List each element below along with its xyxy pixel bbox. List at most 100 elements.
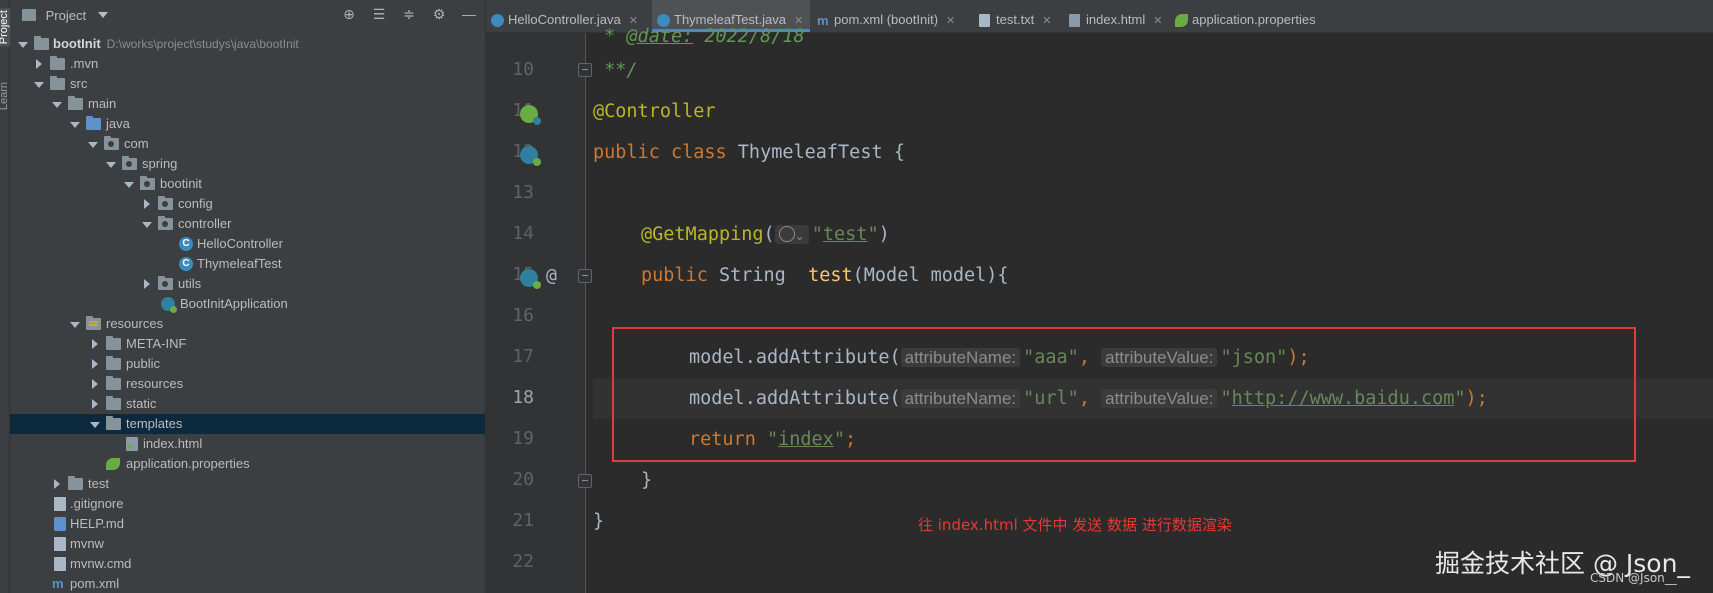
watermark-small: CSDN @Json__ [1590, 571, 1677, 585]
folder-icon [106, 336, 121, 350]
tree-item-application-properties[interactable]: application.properties [10, 454, 485, 474]
package-icon [158, 276, 173, 290]
chevron-down-icon[interactable] [70, 322, 80, 328]
tree-item-controller[interactable]: controller [10, 214, 485, 234]
annotation-text: 往 index.html 文件中 发送 数据 进行数据渲染 [918, 516, 1232, 534]
collapse-all-icon[interactable]: ≑ [401, 6, 417, 22]
tree-item-label: .gitignore [70, 496, 124, 511]
chevron-down-icon[interactable] [18, 42, 28, 48]
tree-item-resources-sub[interactable]: resources [10, 374, 485, 394]
tree-item-mvnw[interactable]: mvnw [10, 534, 485, 554]
tree-item-label: resources [126, 376, 184, 391]
tree-item-label: public [126, 356, 160, 371]
tree-item-thymeleaftest[interactable]: C ThymeleafTest [10, 254, 485, 274]
spring-bean-icon[interactable] [520, 146, 541, 166]
tree-item-mvnw-cmd[interactable]: mvnw.cmd [10, 554, 485, 574]
tree-item-gitignore[interactable]: .gitignore [10, 494, 485, 514]
editor-gutter[interactable]: 10 11 12 13 14 15 16 17 18 19 20 21 22 @ [486, 33, 586, 593]
package-icon [158, 196, 173, 210]
chevron-down-icon[interactable] [90, 422, 100, 428]
fold-icon[interactable] [578, 474, 592, 488]
project-tool-button[interactable]: Project [0, 8, 10, 47]
chevron-down-icon[interactable] [106, 162, 116, 168]
tree-item-pom-xml[interactable]: m pom.xml [10, 574, 485, 593]
tree-item-label: HelloController [197, 236, 283, 251]
tree-item-utils[interactable]: utils [10, 274, 485, 294]
chevron-right-icon[interactable] [92, 379, 98, 389]
code-line-17: model.addAttribute(attributeName: "aaa", … [689, 347, 1310, 368]
hide-panel-icon[interactable]: — [461, 6, 477, 22]
tree-item-java[interactable]: java [10, 114, 485, 134]
package-icon [140, 176, 155, 190]
tree-item-test[interactable]: test [10, 474, 485, 494]
tree-item-bootinit[interactable]: bootInit D:\works\project\studys\java\boo… [10, 34, 485, 54]
chevron-right-icon[interactable] [92, 399, 98, 409]
tree-item-mvn[interactable]: .mvn [10, 54, 485, 74]
folder-icon [68, 96, 83, 110]
fold-icon[interactable] [578, 269, 592, 283]
chevron-right-icon[interactable] [92, 339, 98, 349]
expand-all-icon[interactable]: ☰ [371, 6, 387, 22]
tree-item-label: .mvn [70, 56, 99, 71]
chevron-right-icon[interactable] [36, 59, 42, 69]
tree-item-index-html[interactable]: index.html [10, 434, 485, 458]
spring-bean-icon[interactable] [520, 105, 541, 125]
parameter-hint: attributeName: [900, 348, 1021, 367]
code-line-10: **/ [593, 60, 638, 81]
chevron-right-icon[interactable] [92, 359, 98, 369]
line-number: 17 [512, 346, 534, 367]
learn-tool-button[interactable]: Learn [0, 82, 10, 110]
module-folder-icon [34, 36, 49, 50]
url-inlay-hint[interactable]: ⌄ [774, 225, 809, 244]
tree-item-bootinitapplication[interactable]: BootInitApplication [10, 294, 485, 314]
java-class-icon: C [179, 257, 193, 271]
tree-item-resources[interactable]: resources [10, 314, 485, 334]
tree-item-bootinit-package[interactable]: bootinit [10, 174, 485, 194]
tree-item-com[interactable]: com [10, 134, 485, 154]
request-mapping-icon[interactable] [520, 269, 541, 289]
fold-icon[interactable] [578, 63, 592, 77]
text-file-icon [54, 497, 66, 511]
tree-item-hellocontroller[interactable]: C HelloController [10, 234, 485, 254]
tree-item-label: spring [142, 156, 178, 171]
tree-item-label: META-INF [126, 336, 187, 351]
tree-item-public[interactable]: public [10, 354, 485, 374]
tree-item-meta-inf[interactable]: META-INF [10, 334, 485, 354]
project-view-icon [22, 9, 36, 21]
tree-item-label: config [178, 196, 213, 211]
chevron-down-icon[interactable] [70, 122, 80, 128]
project-view-selector[interactable]: Project [46, 8, 86, 23]
tree-item-label: index.html [143, 436, 203, 451]
tree-item-label: application.properties [126, 456, 250, 471]
package-icon [158, 216, 173, 230]
chevron-down-icon[interactable] [97, 12, 108, 18]
chevron-down-icon[interactable] [34, 82, 44, 88]
tree-item-static[interactable]: static [10, 394, 485, 414]
locate-file-icon[interactable]: ⊕ [341, 6, 357, 22]
tree-item-help-md[interactable]: HELP.md [10, 514, 485, 534]
package-icon [104, 136, 119, 150]
tree-item-label: static [126, 396, 157, 411]
chevron-down-icon[interactable] [142, 222, 152, 228]
tree-item-spring[interactable]: spring [10, 154, 485, 174]
code-editor[interactable]: 10 11 12 13 14 15 16 17 18 19 20 21 22 @… [486, 26, 1713, 593]
java-class-icon [491, 14, 504, 27]
chevron-right-icon[interactable] [144, 199, 150, 209]
module-path: D:\works\project\studys\java\bootInit [106, 37, 299, 51]
line-number: 20 [512, 469, 534, 490]
code-line-15: public String test(Model model){ [641, 265, 1009, 286]
chevron-right-icon[interactable] [144, 279, 150, 289]
tree-item-config[interactable]: config [10, 194, 485, 214]
web-endpoint-icon[interactable]: @ [546, 265, 557, 286]
tree-item-templates[interactable]: templates [10, 414, 485, 434]
tree-item-label: controller [178, 216, 232, 231]
line-number: 16 [512, 305, 534, 326]
chevron-down-icon[interactable] [124, 182, 134, 188]
chevron-right-icon[interactable] [54, 479, 60, 489]
gear-icon[interactable]: ⚙ [431, 6, 447, 22]
tree-item-src[interactable]: src [10, 74, 485, 94]
html-file-icon [126, 437, 138, 458]
chevron-down-icon[interactable] [88, 142, 98, 148]
tree-item-main[interactable]: main [10, 94, 485, 114]
chevron-down-icon[interactable] [52, 102, 62, 108]
